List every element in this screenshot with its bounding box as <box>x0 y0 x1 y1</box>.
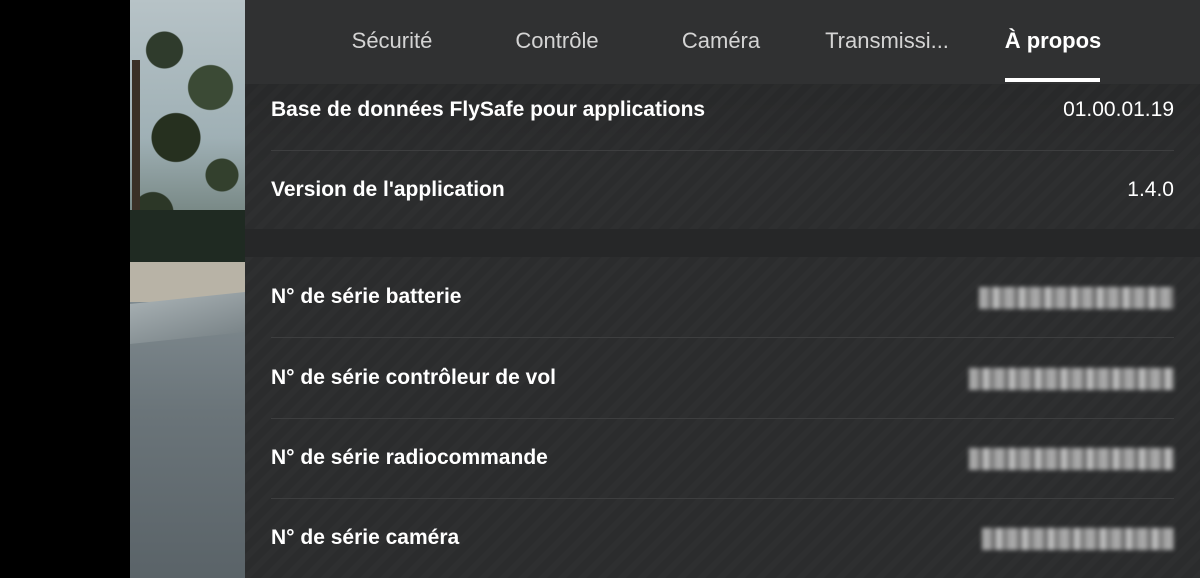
row-value: 01.00.01.19 <box>1063 98 1174 121</box>
app-screen: Sécurité Contrôle Caméra Transmissi... À… <box>0 0 1200 578</box>
row-battery-serial: N° de série batterie <box>271 257 1174 338</box>
tab-camera[interactable]: Caméra <box>670 28 772 62</box>
row-label: N° de série contrôleur de vol <box>271 366 556 389</box>
redacted-serial <box>979 287 1174 309</box>
redacted-serial <box>982 528 1174 550</box>
row-label: Version de l'application <box>271 178 505 201</box>
tab-a-propos[interactable]: À propos <box>999 28 1107 62</box>
redacted-serial <box>969 448 1174 470</box>
tab-transmission[interactable]: Transmissi... <box>817 28 957 62</box>
row-label: N° de série batterie <box>271 285 462 308</box>
row-camera-serial: N° de série caméra <box>271 498 1174 578</box>
tab-securite[interactable]: Sécurité <box>337 28 447 62</box>
camera-hedge <box>130 210 245 265</box>
section-divider <box>245 229 1200 257</box>
camera-ground <box>130 302 245 578</box>
row-value: 1.4.0 <box>1127 178 1174 201</box>
row-app-version: Version de l'application 1.4.0 <box>271 150 1174 231</box>
row-label: N° de série radiocommande <box>271 446 548 469</box>
row-remote-controller-serial: N° de série radiocommande <box>271 418 1174 499</box>
tab-controle[interactable]: Contrôle <box>501 28 613 62</box>
row-label: Base de données FlySafe pour application… <box>271 98 706 121</box>
row-flysafe-database: Base de données FlySafe pour application… <box>271 70 1174 151</box>
settings-panel: Sécurité Contrôle Caméra Transmissi... À… <box>245 0 1200 578</box>
letterbox-left <box>0 0 130 578</box>
camera-live-view[interactable] <box>130 0 245 578</box>
redacted-serial <box>969 368 1174 390</box>
row-flight-controller-serial: N° de série contrôleur de vol <box>271 338 1174 419</box>
row-label: N° de série caméra <box>271 526 460 549</box>
